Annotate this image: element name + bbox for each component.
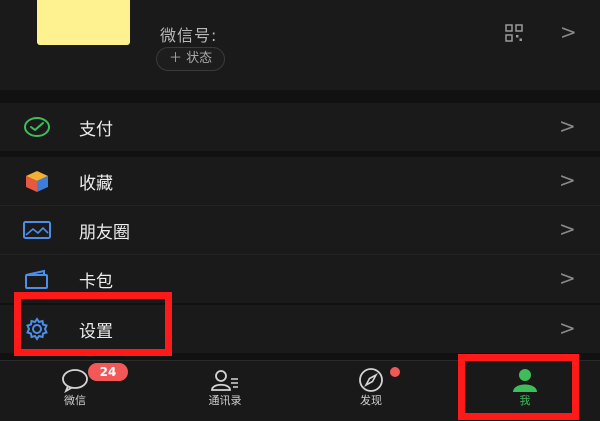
me-tab-highlight-box: [458, 354, 579, 420]
menu-item-label: 收藏: [79, 174, 113, 194]
menu-item-favorites[interactable]: 收藏 >: [0, 157, 600, 205]
status-button[interactable]: ＋ 状态: [156, 47, 226, 71]
favorites-cube-icon: [26, 171, 48, 192]
chevron-right-icon: >: [559, 168, 576, 192]
wechat-id-label: 微信号:: [160, 26, 218, 45]
menu-item-pay[interactable]: 支付 >: [0, 103, 600, 151]
wechat-pay-icon: [24, 117, 50, 137]
chevron-right-icon: >: [559, 316, 576, 340]
tab-label: 通讯录: [208, 394, 242, 407]
contacts-icon: [211, 370, 238, 391]
compass-icon: [359, 368, 383, 392]
menu-item-label: 朋友圈: [79, 223, 130, 243]
settings-highlight-box: [14, 292, 172, 356]
menu-item-moments[interactable]: 朋友圈 >: [0, 206, 600, 254]
tab-discover[interactable]: 发现: [321, 361, 421, 421]
discover-dot-badge: [390, 367, 400, 377]
chat-bubble-icon: [62, 369, 88, 393]
card-wallet-icon: [25, 269, 48, 289]
chevron-right-icon: >: [559, 217, 576, 241]
menu-item-label: 卡包: [79, 272, 113, 292]
profile-header[interactable]: 微信号: ＋ 状态 >: [0, 0, 600, 90]
menu-item-label: 支付: [79, 120, 113, 140]
tab-label: 微信: [64, 394, 86, 407]
chevron-right-icon: >: [559, 266, 576, 290]
profile-chevron-icon: >: [560, 20, 577, 44]
avatar[interactable]: [37, 0, 130, 45]
moments-photo-icon: [23, 221, 51, 239]
tab-contacts[interactable]: 通讯录: [175, 361, 275, 421]
tab-label: 发现: [360, 394, 382, 407]
unread-count-badge: 24: [88, 363, 128, 381]
chevron-right-icon: >: [559, 114, 576, 138]
qr-code-icon[interactable]: [505, 24, 523, 42]
